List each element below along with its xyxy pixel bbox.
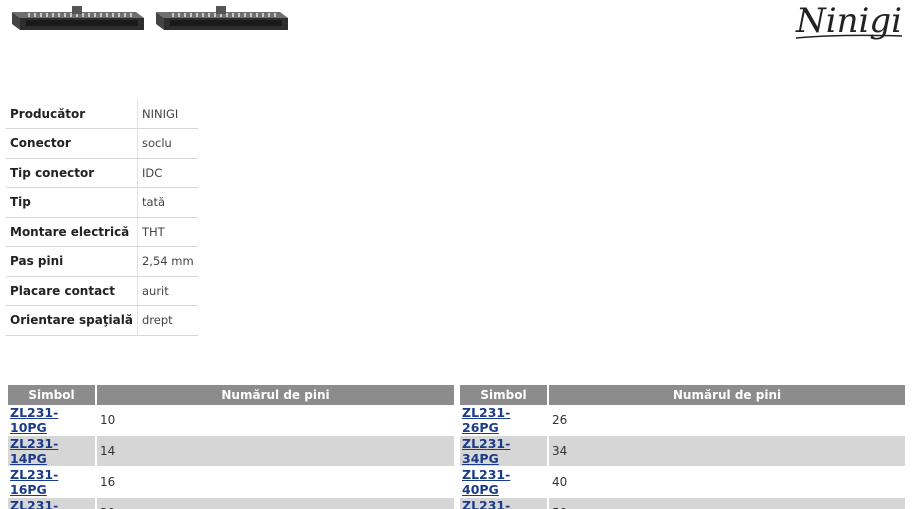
spec-value: soclu bbox=[137, 128, 198, 159]
spec-row: Producător NINIGI bbox=[6, 99, 198, 129]
table-row: ZL231-50PG 50 bbox=[460, 498, 905, 509]
pin-count: 26 bbox=[549, 405, 905, 436]
product-link[interactable]: ZL231-16PG bbox=[10, 467, 58, 497]
spec-label: Producător bbox=[6, 99, 138, 129]
product-link[interactable]: ZL231-14PG bbox=[10, 436, 58, 466]
variants-table-right: Simbol Numărul de pini ZL231-26PG 26 ZL2… bbox=[460, 385, 905, 509]
pin-count: 40 bbox=[549, 467, 905, 498]
spec-row: Montare electrică THT bbox=[6, 217, 198, 247]
idc-connector-icon bbox=[156, 6, 288, 30]
product-link[interactable]: ZL231-50PG bbox=[462, 498, 510, 509]
spec-value: tată bbox=[137, 187, 198, 218]
product-link[interactable]: ZL231-26PG bbox=[462, 405, 510, 435]
pin-count: 10 bbox=[97, 405, 454, 436]
spec-label: Montare electrică bbox=[6, 217, 138, 247]
pin-count: 14 bbox=[97, 436, 454, 467]
spec-value: IDC bbox=[137, 158, 198, 188]
spec-label: Placare contact bbox=[6, 276, 138, 306]
product-link[interactable]: ZL231-10PG bbox=[10, 405, 58, 435]
product-image-angled bbox=[8, 4, 146, 34]
product-link[interactable]: ZL231-40PG bbox=[462, 467, 510, 497]
spec-label: Conector bbox=[6, 128, 138, 159]
column-header-symbol: Simbol bbox=[460, 385, 549, 405]
spec-label: Tip bbox=[6, 187, 138, 218]
column-header-pins: Numărul de pini bbox=[549, 385, 905, 405]
spec-value: 2,54 mm bbox=[137, 246, 198, 277]
spec-value: NINIGI bbox=[137, 99, 198, 129]
pin-count: 16 bbox=[97, 467, 454, 498]
variants-table-left: Simbol Numărul de pini ZL231-10PG 10 ZL2… bbox=[8, 385, 454, 509]
table-row: ZL231-14PG 14 bbox=[8, 436, 454, 467]
pin-count: 50 bbox=[549, 498, 905, 509]
spec-label: Tip conector bbox=[6, 158, 138, 188]
table-row: ZL231-20PG 20 bbox=[8, 498, 454, 509]
product-link[interactable]: ZL231-34PG bbox=[462, 436, 510, 466]
product-image-front bbox=[152, 4, 290, 34]
column-header-symbol: Simbol bbox=[8, 385, 97, 405]
spec-value: drept bbox=[137, 305, 198, 336]
spec-row: Conector soclu bbox=[6, 128, 198, 159]
pin-count: 34 bbox=[549, 436, 905, 467]
idc-connector-icon bbox=[12, 6, 144, 30]
spec-row: Orientare spaţială drept bbox=[6, 305, 198, 336]
spec-label: Pas pini bbox=[6, 246, 138, 277]
table-row: ZL231-26PG 26 bbox=[460, 405, 905, 436]
brand-logo: Ninigi bbox=[790, 0, 906, 44]
spec-row: Pas pini 2,54 mm bbox=[6, 246, 198, 277]
specs-table: Producător NINIGI Conector soclu Tip con… bbox=[6, 99, 198, 336]
spec-row: Placare contact aurit bbox=[6, 276, 198, 306]
table-row: ZL231-34PG 34 bbox=[460, 436, 905, 467]
product-link[interactable]: ZL231-20PG bbox=[10, 498, 58, 509]
spec-label: Orientare spaţială bbox=[6, 305, 138, 336]
spec-value: aurit bbox=[137, 276, 198, 306]
spec-value: THT bbox=[137, 217, 198, 247]
table-row: ZL231-40PG 40 bbox=[460, 467, 905, 498]
spec-row: Tip tată bbox=[6, 187, 198, 218]
spec-row: Tip conector IDC bbox=[6, 158, 198, 188]
column-header-pins: Numărul de pini bbox=[97, 385, 454, 405]
table-row: ZL231-10PG 10 bbox=[8, 405, 454, 436]
pin-count: 20 bbox=[97, 498, 454, 509]
table-row: ZL231-16PG 16 bbox=[8, 467, 454, 498]
